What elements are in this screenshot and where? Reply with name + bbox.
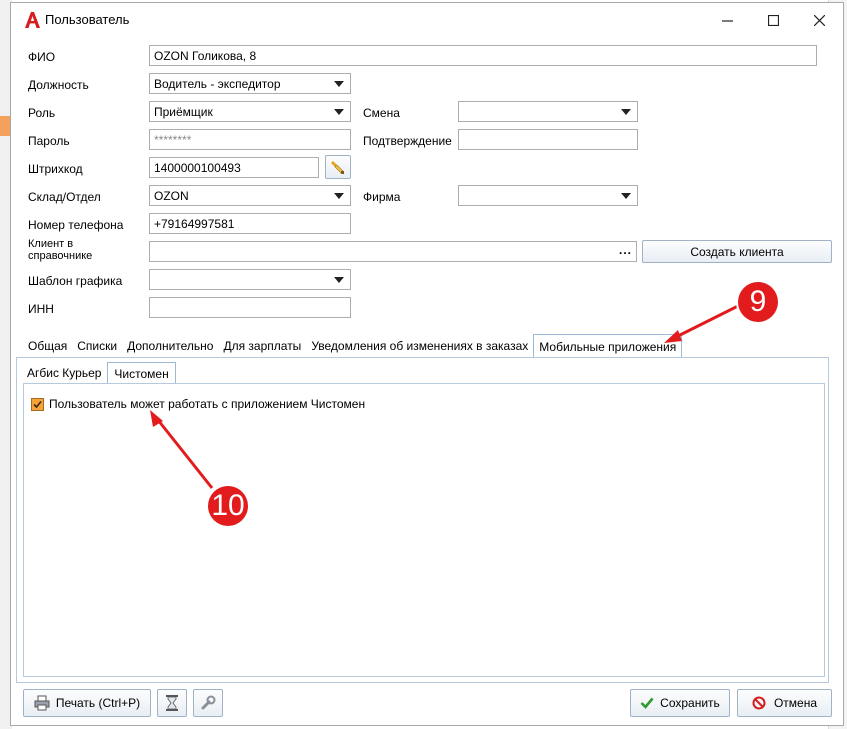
window-title: Пользователь	[45, 12, 130, 27]
maximize-icon	[767, 14, 779, 26]
hourglass-icon	[166, 695, 178, 711]
no-entry-icon	[752, 696, 766, 710]
warehouse-label: Склад/Отдел	[28, 190, 101, 204]
chistomen-checkbox[interactable]	[31, 398, 44, 411]
tab-salary[interactable]: Для зарплаты	[218, 335, 306, 357]
role-value: Приёмщик	[154, 105, 213, 119]
user-dialog: Пользователь ФИО OZON Голикова, 8 Должно…	[10, 2, 844, 726]
checkmark-icon	[640, 697, 654, 709]
minimize-icon	[721, 19, 733, 22]
position-value: Водитель - экспедитор	[154, 77, 281, 91]
warehouse-select[interactable]: OZON	[149, 185, 351, 206]
client-field[interactable]: ...	[149, 241, 637, 262]
warehouse-value: OZON	[154, 189, 189, 203]
password-field[interactable]: ********	[149, 129, 351, 150]
position-label: Должность	[28, 78, 89, 92]
position-select[interactable]: Водитель - экспедитор	[149, 73, 351, 94]
chevron-down-icon	[621, 193, 631, 199]
shift-label: Смена	[363, 106, 400, 120]
printer-icon	[34, 695, 50, 711]
tab-general[interactable]: Общая	[23, 335, 72, 357]
client-label-line2: справочнике	[28, 250, 93, 262]
print-button-label: Печать (Ctrl+P)	[55, 696, 141, 710]
tab-additional[interactable]: Дополнительно	[122, 335, 218, 357]
confirm-field[interactable]	[458, 129, 638, 150]
password-label: Пароль	[28, 134, 70, 148]
chevron-down-icon	[334, 109, 344, 115]
print-button[interactable]: Печать (Ctrl+P)	[23, 689, 151, 717]
app-logo-icon	[23, 11, 41, 29]
inn-field[interactable]	[149, 297, 351, 318]
schedule-label: Шаблон графика	[28, 274, 123, 288]
annotation-marker-10: 10	[208, 486, 248, 526]
barcode-label: Штрихкод	[28, 162, 83, 176]
brush-icon	[331, 161, 344, 174]
client-label-line1: Клиент в	[28, 238, 74, 250]
chistomen-checkbox-label: Пользователь может работать с приложение…	[49, 397, 366, 411]
create-client-button[interactable]: Создать клиента	[642, 240, 832, 263]
shift-select[interactable]	[458, 101, 638, 122]
chevron-down-icon	[334, 193, 344, 199]
client-browse-button[interactable]: ...	[619, 243, 632, 257]
save-button[interactable]: Сохранить	[630, 689, 730, 717]
role-label: Роль	[28, 106, 56, 120]
schedule-select[interactable]	[149, 269, 351, 290]
save-button-label: Сохранить	[660, 696, 720, 710]
footer-bar: Печать (Ctrl+P) Сохранить Отмена	[11, 687, 843, 725]
chevron-down-icon	[334, 277, 344, 283]
chistomen-panel: Пользователь может работать с приложение…	[23, 383, 825, 677]
mobile-apps-panel: Агбис Курьер Чистомен Пользователь может…	[16, 357, 829, 683]
tab-mobile-apps[interactable]: Мобильные приложения	[533, 334, 683, 357]
settings-button[interactable]	[193, 689, 223, 717]
phone-label: Номер телефона	[28, 218, 124, 232]
annotation-marker-9: 9	[738, 282, 778, 322]
minimize-button[interactable]	[704, 7, 750, 33]
inn-label: ИНН	[28, 302, 54, 316]
chevron-down-icon	[334, 81, 344, 87]
cancel-button-label: Отмена	[773, 696, 818, 710]
titlebar: Пользователь	[11, 3, 843, 35]
barcode-generate-button[interactable]	[325, 155, 351, 179]
chevron-down-icon	[621, 109, 631, 115]
tab-order-notifications[interactable]: Уведомления об изменениях в заказах	[306, 335, 533, 357]
phone-field[interactable]: +79164997581	[149, 213, 351, 234]
tab-lists[interactable]: Списки	[72, 335, 122, 357]
fio-label: ФИО	[28, 50, 56, 64]
wrench-icon	[201, 695, 216, 710]
close-icon	[813, 14, 825, 26]
sub-tabs: Агбис Курьер Чистомен	[21, 362, 176, 384]
subtab-chistomen[interactable]: Чистомен	[107, 362, 176, 384]
company-label: Фирма	[363, 190, 401, 204]
fio-field[interactable]: OZON Голикова, 8	[149, 45, 817, 66]
checkmark-icon	[33, 400, 42, 409]
hourglass-button[interactable]	[157, 689, 187, 717]
cancel-button[interactable]: Отмена	[737, 689, 832, 717]
company-select[interactable]	[458, 185, 638, 206]
role-select[interactable]: Приёмщик	[149, 101, 351, 122]
barcode-field[interactable]: 1400000100493	[149, 157, 319, 178]
subtab-agbis-courier[interactable]: Агбис Курьер	[21, 362, 107, 384]
main-tabs: Общая Списки Дополнительно Для зарплаты …	[23, 334, 683, 357]
maximize-button[interactable]	[750, 7, 796, 33]
close-button[interactable]	[796, 7, 842, 33]
confirm-label: Подтверждение	[363, 134, 452, 148]
